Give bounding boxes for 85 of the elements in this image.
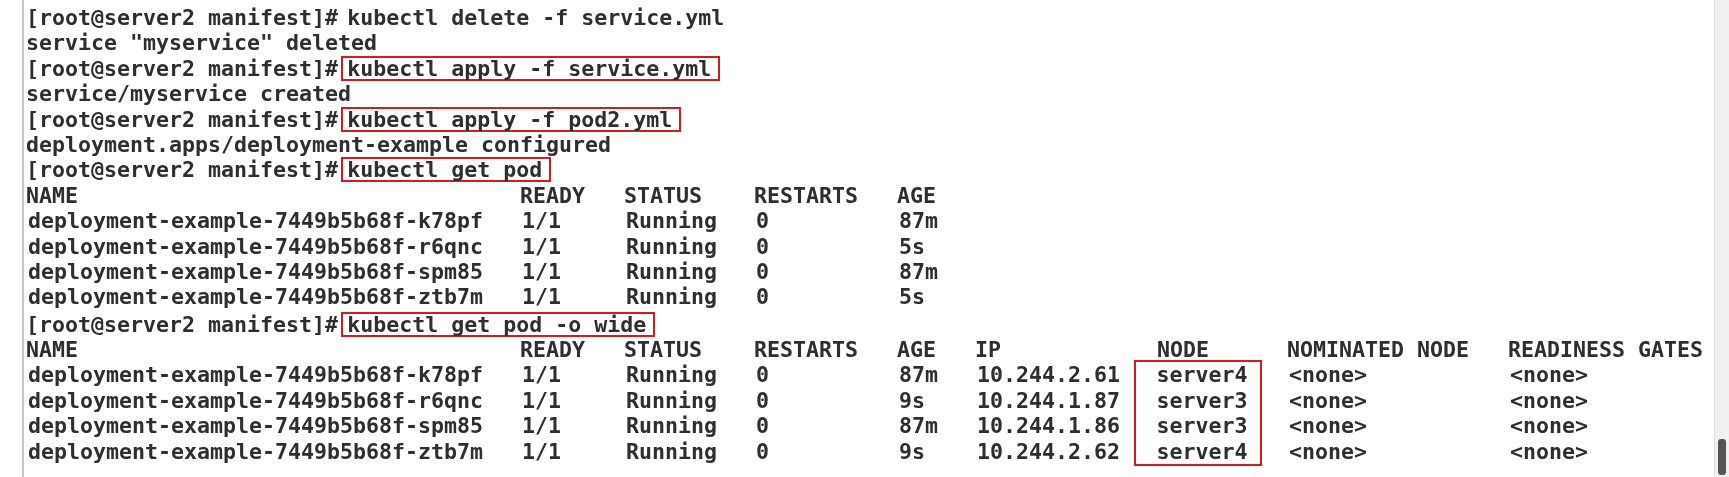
table-cell: 5s — [899, 284, 926, 310]
table-cell: deployment-example-7449b5b68f-spm85 — [28, 258, 484, 284]
table-cell: <none> — [1289, 438, 1368, 464]
table-cell: <none> — [1510, 438, 1589, 464]
table-cell: <none> — [1510, 387, 1589, 413]
table-cell: 0 — [756, 438, 770, 464]
table-cell: 1/1 — [522, 233, 562, 259]
shell-command: kubectl get pod -o wide — [341, 311, 655, 337]
column-header: READY — [520, 182, 586, 208]
table-cell: Running — [626, 284, 718, 310]
table-cell: 1/1 — [522, 438, 562, 464]
table-cell: deployment-example-7449b5b68f-ztb7m — [28, 284, 484, 310]
table-cell: Running — [626, 413, 718, 439]
table-cell: 0 — [756, 258, 770, 284]
table-cell: 1/1 — [522, 413, 562, 439]
table-cell: 0 — [756, 233, 770, 259]
column-header: NOMINATED NODE — [1287, 337, 1470, 363]
table-cell: <none> — [1289, 413, 1368, 439]
table-cell: deployment-example-7449b5b68f-ztb7m — [28, 438, 484, 464]
column-header: STATUS — [624, 337, 703, 363]
table-cell: 1/1 — [522, 284, 562, 310]
shell-prompt: [root@server2 manifest]# — [26, 311, 338, 337]
table-cell: deployment-example-7449b5b68f-spm85 — [28, 413, 484, 439]
table-cell: Running — [626, 387, 718, 413]
table-cell: 0 — [756, 284, 770, 310]
table-cell: Running — [626, 362, 718, 388]
shell-command: kubectl apply -f service.yml — [341, 55, 720, 81]
table-cell: 0 — [756, 208, 770, 234]
table-cell: 5s — [899, 233, 926, 259]
table-cell: Running — [626, 233, 718, 259]
table-cell: 10.244.1.87 — [977, 387, 1121, 413]
table-cell: 87m — [899, 413, 939, 439]
table-cell: deployment-example-7449b5b68f-k78pf — [28, 208, 484, 234]
column-header: STATUS — [624, 182, 703, 208]
scrollbar[interactable] — [1714, 0, 1729, 477]
table-cell: deployment-example-7449b5b68f-k78pf — [28, 362, 484, 388]
shell-command: kubectl apply -f pod2.yml — [341, 106, 681, 132]
table-cell: <none> — [1289, 387, 1368, 413]
column-header: READINESS GATES — [1508, 337, 1704, 363]
table-cell: 10.244.2.61 — [977, 362, 1121, 388]
table-cell: server3 — [1156, 387, 1248, 413]
column-header: READY — [520, 337, 586, 363]
table-cell: 0 — [756, 362, 770, 388]
table-cell: Running — [626, 258, 718, 284]
shell-prompt: [root@server2 manifest]# — [26, 106, 338, 132]
table-cell: 1/1 — [522, 258, 562, 284]
table-cell: server4 — [1156, 362, 1248, 388]
output-text: deployment.apps/deployment-example configured — [26, 131, 612, 157]
output-text: service/myservice created — [26, 81, 351, 107]
table-cell: server3 — [1156, 413, 1248, 439]
column-header: IP — [975, 337, 1002, 363]
table-cell: 9s — [899, 438, 926, 464]
scrollbar-thumb[interactable] — [1718, 439, 1726, 475]
table-cell: 87m — [899, 258, 939, 284]
table-cell: <none> — [1510, 362, 1589, 388]
table-cell: Running — [626, 208, 718, 234]
output-text: service "myservice" deleted — [26, 30, 377, 56]
table-cell: server4 — [1156, 438, 1248, 464]
table-cell: 9s — [899, 387, 926, 413]
column-header: AGE — [897, 182, 937, 208]
table-cell: 1/1 — [522, 387, 562, 413]
table-cell: 87m — [899, 362, 939, 388]
table-cell: deployment-example-7449b5b68f-r6qnc — [28, 387, 484, 413]
table-cell: <none> — [1289, 362, 1368, 388]
table-cell: 0 — [756, 413, 770, 439]
shell-prompt: [root@server2 manifest]# — [26, 55, 338, 81]
table-cell: deployment-example-7449b5b68f-r6qnc — [28, 233, 484, 259]
column-header: NODE — [1157, 337, 1210, 363]
table-cell: 1/1 — [522, 208, 562, 234]
column-header: RESTARTS — [754, 337, 859, 363]
column-header: NAME — [26, 182, 78, 208]
column-header: AGE — [897, 337, 937, 363]
table-cell: 10.244.1.86 — [977, 413, 1121, 439]
shell-command: kubectl get pod — [341, 157, 551, 183]
shell-prompt: [root@server2 manifest]# — [26, 157, 338, 183]
table-cell: Running — [626, 438, 718, 464]
column-header: RESTARTS — [754, 182, 859, 208]
table-cell: <none> — [1510, 413, 1589, 439]
table-cell: 0 — [756, 387, 770, 413]
column-header: NAME — [26, 337, 78, 363]
table-cell: 1/1 — [522, 362, 562, 388]
table-cell: 87m — [899, 208, 939, 234]
shell-command: kubectl delete -f service.yml — [346, 5, 726, 30]
table-cell: 10.244.2.62 — [977, 438, 1121, 464]
shell-prompt: [root@server2 manifest]# — [26, 5, 338, 30]
